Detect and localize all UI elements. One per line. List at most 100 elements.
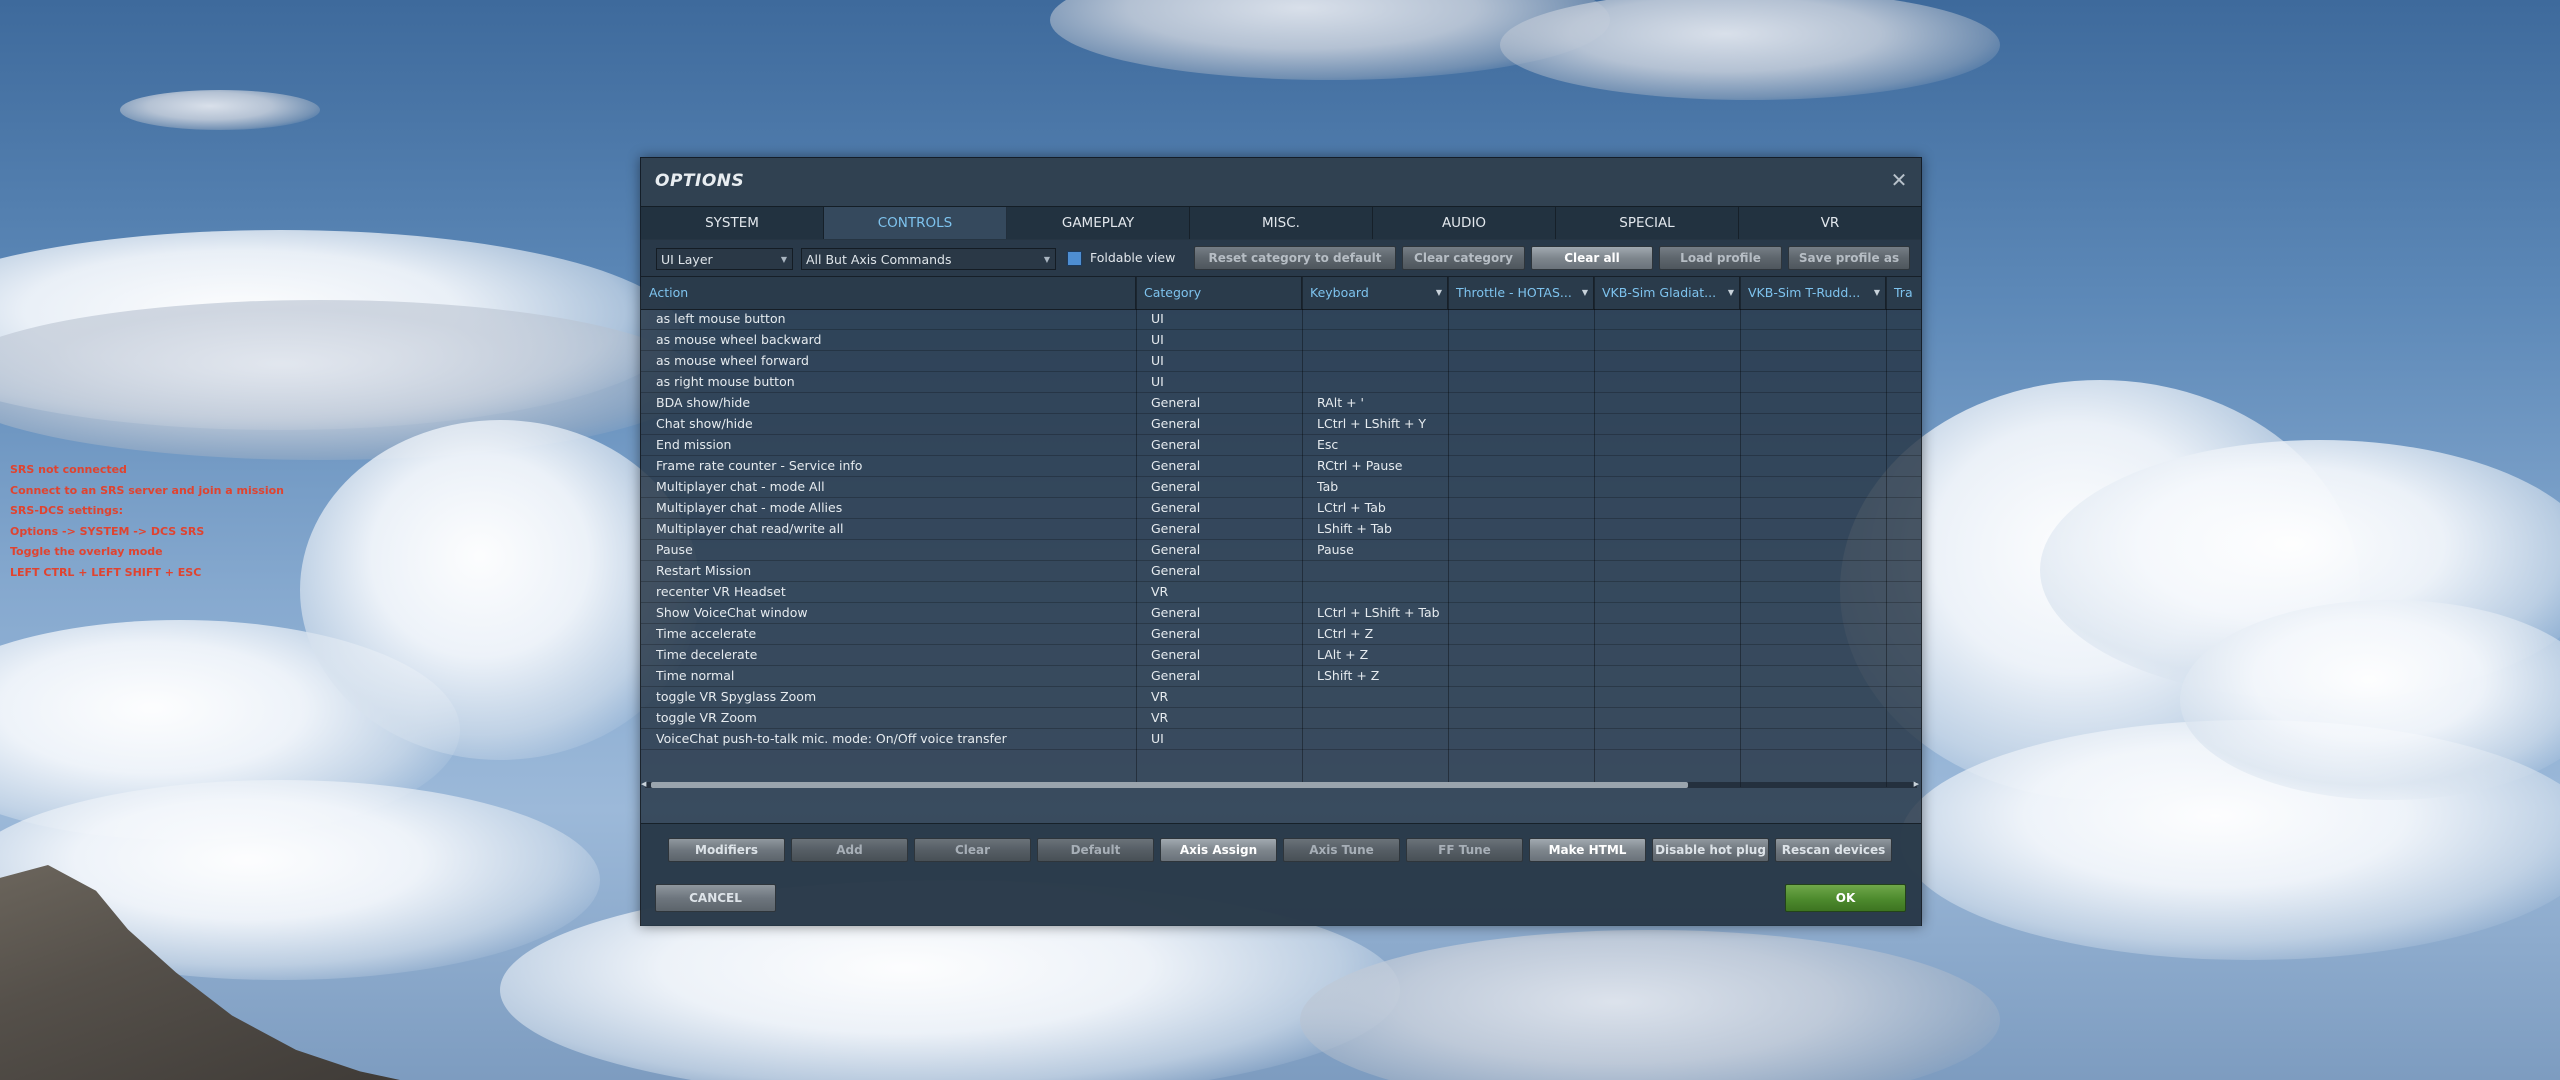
category-cell: General	[1151, 647, 1201, 662]
dropdown-arrow-icon: ▼	[1581, 288, 1588, 297]
bindings-table: Action Category Keyboard ▼ Throttle - HOT…	[641, 277, 1921, 823]
action-cell: toggle VR Spyglass Zoom	[656, 689, 817, 704]
header-gladiator[interactable]: VKB-Sim Gladiat... ▼	[1594, 277, 1740, 309]
window-title: OPTIONS	[655, 171, 745, 191]
table-row[interactable]: as mouse wheel forward UI	[641, 351, 1921, 372]
action-cell: End mission	[656, 437, 732, 452]
foldable-view-checkbox[interactable]	[1067, 251, 1082, 266]
title-bar: OPTIONS ✕	[641, 158, 1921, 206]
clear-category-button[interactable]: Clear category	[1402, 246, 1525, 270]
keyboard-cell: Pause	[1317, 542, 1354, 557]
header-label: Throttle - HOTAS...	[1456, 285, 1572, 300]
rescan-devices-button[interactable]: Rescan devices	[1775, 838, 1892, 862]
load-profile-button[interactable]: Load profile	[1659, 246, 1782, 270]
table-row[interactable]: Multiplayer chat - mode Allies General LCt…	[641, 498, 1921, 519]
table-row[interactable]: as mouse wheel backward UI	[641, 330, 1921, 351]
table-row[interactable]: Restart Mission General	[641, 561, 1921, 582]
clear-all-button[interactable]: Clear all	[1531, 246, 1653, 270]
action-cell: VoiceChat push-to-talk mic. mode: On/Off…	[656, 731, 1007, 746]
header-label: Keyboard	[1310, 285, 1369, 300]
tab-system[interactable]: SYSTEM	[641, 207, 824, 239]
category-cell: General	[1151, 626, 1201, 641]
table-row[interactable]: Chat show/hide General LCtrl + LShift + Y	[641, 414, 1921, 435]
table-row[interactable]: End mission General Esc	[641, 435, 1921, 456]
category-cell: General	[1151, 416, 1201, 431]
action-cell: toggle VR Zoom	[656, 710, 757, 725]
header-action[interactable]: Action	[641, 277, 1136, 309]
category-cell: General	[1151, 458, 1201, 473]
srs-line: SRS not connected	[10, 463, 127, 476]
make-html-button[interactable]: Make HTML	[1529, 838, 1646, 862]
ok-button[interactable]: OK	[1785, 884, 1906, 912]
category-cell: UI	[1151, 353, 1164, 368]
action-cell: Chat show/hide	[656, 416, 753, 431]
header-category[interactable]: Category	[1136, 277, 1302, 309]
table-row[interactable]: recenter VR Headset VR	[641, 582, 1921, 603]
cancel-button[interactable]: CANCEL	[655, 884, 776, 912]
layer-select[interactable]: UI Layer ▼	[656, 248, 793, 270]
horizontal-scrollbar-thumb[interactable]	[651, 782, 1688, 788]
action-cell: Time decelerate	[656, 647, 758, 662]
add-button[interactable]: Add	[791, 838, 908, 862]
header-tracking[interactable]: Tra	[1886, 277, 1921, 309]
dropdown-arrow-icon: ▼	[1435, 288, 1442, 297]
keyboard-cell: LAlt + Z	[1317, 647, 1369, 662]
action-cell: recenter VR Headset	[656, 584, 786, 599]
ff-tune-button[interactable]: FF Tune	[1406, 838, 1523, 862]
srs-line: LEFT CTRL + LEFT SHIFT + ESC	[10, 565, 202, 579]
table-row[interactable]: Time normal General LShift + Z	[641, 666, 1921, 687]
table-row[interactable]: toggle VR Spyglass Zoom VR	[641, 687, 1921, 708]
table-row[interactable]: Frame rate counter - Service info General…	[641, 456, 1921, 477]
category-cell: General	[1151, 605, 1201, 620]
table-row[interactable]: Multiplayer chat - mode All General Tab	[641, 477, 1921, 498]
header-rudder[interactable]: VKB-Sim T-Rudd... ▼	[1740, 277, 1886, 309]
axis-tune-button[interactable]: Axis Tune	[1283, 838, 1400, 862]
action-cell: Multiplayer chat - mode Allies	[656, 500, 843, 515]
tab-vr[interactable]: VR	[1739, 207, 1921, 239]
tab-bar: SYSTEM CONTROLS GAMEPLAY MISC. AUDIO SPE…	[641, 206, 1921, 240]
close-icon[interactable]: ✕	[1889, 170, 1909, 190]
keyboard-cell: LCtrl + Z	[1317, 626, 1374, 641]
tab-gameplay[interactable]: GAMEPLAY	[1007, 207, 1190, 239]
table-row[interactable]: Pause General Pause	[641, 540, 1921, 561]
tab-special[interactable]: SPECIAL	[1556, 207, 1739, 239]
scroll-left-icon[interactable]: ◀	[641, 780, 646, 788]
table-row[interactable]: Show VoiceChat window General LCtrl + LShi…	[641, 603, 1921, 624]
default-button[interactable]: Default	[1037, 838, 1154, 862]
clear-button[interactable]: Clear	[914, 838, 1031, 862]
header-label: VKB-Sim T-Rudd...	[1748, 285, 1861, 300]
filter-bar: UI Layer ▼ All But Axis Commands ▼ Folda…	[641, 239, 1921, 277]
action-cell: Multiplayer chat - mode All	[656, 479, 825, 494]
table-row[interactable]: as right mouse button UI	[641, 372, 1921, 393]
save-profile-button[interactable]: Save profile as	[1788, 246, 1910, 270]
axis-assign-button[interactable]: Axis Assign	[1160, 838, 1277, 862]
keyboard-cell: LCtrl + LShift + Y	[1317, 416, 1427, 431]
tab-controls[interactable]: CONTROLS	[824, 207, 1007, 239]
cloud	[1300, 930, 2000, 1080]
reset-category-button[interactable]: Reset category to default	[1194, 246, 1396, 270]
scroll-right-icon[interactable]: ▶	[1914, 780, 1919, 788]
category-cell: General	[1151, 437, 1201, 452]
table-row[interactable]: toggle VR Zoom VR	[641, 708, 1921, 729]
keyboard-cell: Esc	[1317, 437, 1339, 452]
srs-overlay: SRS not connected Connect to an SRS serv…	[10, 460, 284, 583]
action-cell: Frame rate counter - Service info	[656, 458, 863, 473]
table-row[interactable]: BDA show/hide General RAlt + '	[641, 393, 1921, 414]
category-cell: UI	[1151, 332, 1164, 347]
tab-misc[interactable]: MISC.	[1190, 207, 1373, 239]
tab-audio[interactable]: AUDIO	[1373, 207, 1556, 239]
table-row[interactable]: Time decelerate General LAlt + Z	[641, 645, 1921, 666]
keyboard-cell: LCtrl + LShift + Tab	[1317, 605, 1440, 620]
disable-hot-plug-button[interactable]: Disable hot plug	[1652, 838, 1769, 862]
category-cell: General	[1151, 542, 1201, 557]
header-throttle[interactable]: Throttle - HOTAS... ▼	[1448, 277, 1594, 309]
table-row[interactable]: Time accelerate General LCtrl + Z	[641, 624, 1921, 645]
table-row[interactable]: as left mouse button UI	[641, 309, 1921, 330]
modifiers-button[interactable]: Modifiers	[668, 838, 785, 862]
table-row[interactable]: Multiplayer chat read/write all General LS…	[641, 519, 1921, 540]
header-keyboard[interactable]: Keyboard ▼	[1302, 277, 1448, 309]
category-cell: VR	[1151, 689, 1169, 704]
table-row[interactable]: VoiceChat push-to-talk mic. mode: On/Off…	[641, 729, 1921, 750]
table-body: as left mouse button UI as mouse wheel ba…	[641, 309, 1921, 750]
commands-select[interactable]: All But Axis Commands ▼	[801, 248, 1056, 270]
